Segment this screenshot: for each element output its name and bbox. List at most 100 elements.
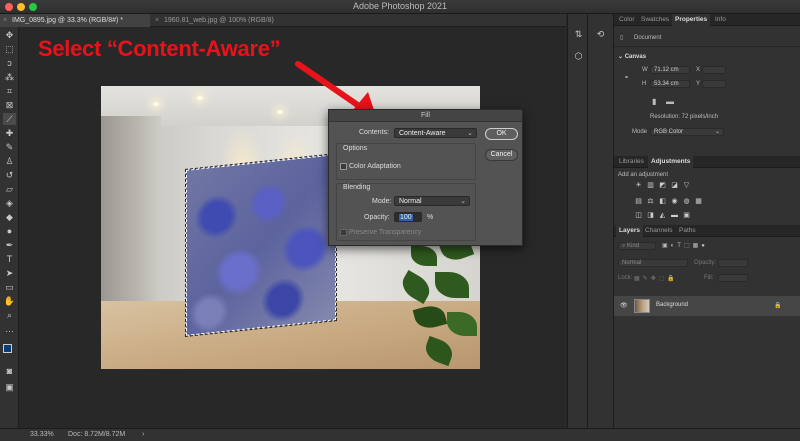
brush-tool-icon[interactable]: ✎ xyxy=(3,141,16,153)
opacity-unit: % xyxy=(427,214,434,221)
fill-dialog: Fill Contents: Content-Aware ⌄ Options C… xyxy=(328,109,523,246)
tab-properties[interactable]: Properties xyxy=(672,14,711,26)
screen-mode-icon[interactable]: ▣ xyxy=(3,381,16,393)
brightness-contrast-icon[interactable]: ☀ xyxy=(634,181,643,190)
eyedropper-tool-icon[interactable]: ⟋ xyxy=(3,113,16,125)
frame-tool-icon[interactable]: ⊠ xyxy=(3,99,16,111)
levels-icon[interactable]: ▥ xyxy=(646,181,655,190)
history-brush-tool-icon[interactable]: ↺ xyxy=(3,169,16,181)
tab-1960-web[interactable]: × 1960.81_web.jpg @ 100% (RGB/8) xyxy=(152,14,282,27)
close-tab-icon[interactable]: × xyxy=(155,14,159,27)
pen-tool-icon[interactable]: ✒ xyxy=(3,239,16,251)
ok-button[interactable]: OK xyxy=(485,128,518,140)
doc-size[interactable]: Doc: 8.72M/8.72M xyxy=(68,431,125,438)
selective-color-icon[interactable]: ▣ xyxy=(682,211,691,220)
color-mode-value: RGB Color xyxy=(654,129,684,135)
instruction-annotation: Select “Content-Aware” xyxy=(38,36,281,61)
dodge-tool-icon[interactable]: ● xyxy=(3,225,16,237)
color-mode-dropdown[interactable]: RGB Color ⌄ xyxy=(650,128,724,136)
curves-icon[interactable]: ◩ xyxy=(658,181,667,190)
3d-icon[interactable]: ⬡ xyxy=(572,50,585,63)
chevron-down-icon: ⌄ xyxy=(618,54,624,60)
foreground-color-swatch[interactable] xyxy=(3,344,12,353)
quick-mask-icon[interactable]: ◙ xyxy=(3,365,16,377)
move-tool-icon[interactable]: ✥ xyxy=(3,29,16,41)
exposure-icon[interactable]: ◪ xyxy=(670,181,679,190)
layer-opacity-field[interactable] xyxy=(718,259,748,267)
w-label: W xyxy=(642,67,648,73)
rectangle-tool-icon[interactable]: ▭ xyxy=(3,281,16,293)
lasso-tool-icon[interactable]: ↄ xyxy=(3,57,16,69)
more-tools-icon[interactable]: … xyxy=(3,323,16,335)
crop-tool-icon[interactable]: ⌗ xyxy=(3,85,16,97)
color-adaptation-checkbox[interactable] xyxy=(340,163,347,170)
tab-img-0895[interactable]: × IMG_0895.jpg @ 33.3% (RGB/8#) * xyxy=(0,14,150,27)
close-tab-icon[interactable]: × xyxy=(3,14,7,27)
layer-fill-field[interactable] xyxy=(718,274,748,282)
contents-dropdown[interactable]: Content-Aware ⌄ xyxy=(394,128,477,138)
color-balance-icon[interactable]: ⚖ xyxy=(646,197,655,206)
posterize-icon[interactable]: ◨ xyxy=(646,211,655,220)
tab-paths[interactable]: Paths xyxy=(676,225,699,237)
layer-filter-dropdown[interactable]: ⌕ Kind xyxy=(618,242,656,250)
color-lookup-icon[interactable]: ▦ xyxy=(694,197,703,206)
tool-presets-icon[interactable]: ⇅ xyxy=(572,28,585,41)
lock-icons[interactable]: ▦✎✥⬚🔒 xyxy=(634,275,678,282)
clone-stamp-tool-icon[interactable]: ♙ xyxy=(3,155,16,167)
layer-row-background[interactable]: 👁 Background 🔒 xyxy=(614,296,800,316)
preserve-transparency-checkbox[interactable] xyxy=(340,229,347,236)
x-field[interactable] xyxy=(702,66,726,74)
height-field[interactable]: 53.34 cm xyxy=(650,80,690,88)
landscape-orientation-icon[interactable]: ▬ xyxy=(666,97,674,106)
layer-blend-mode-value: Normal xyxy=(622,260,642,266)
history-icon[interactable]: ⟲ xyxy=(594,28,607,41)
selected-artwork[interactable] xyxy=(185,153,337,337)
zoom-tool-icon[interactable]: ⌕ xyxy=(3,309,16,321)
tab-libraries[interactable]: Libraries xyxy=(616,156,647,168)
hand-tool-icon[interactable]: ✋ xyxy=(3,295,16,307)
channel-mixer-icon[interactable]: ◍ xyxy=(682,197,691,206)
plant xyxy=(397,231,480,369)
canvas-label-text: Canvas xyxy=(624,54,647,60)
layer-blend-mode-dropdown[interactable]: Normal xyxy=(618,259,688,267)
vibrance-icon[interactable]: ▽ xyxy=(682,181,691,190)
tab-adjustments[interactable]: Adjustments xyxy=(648,156,694,168)
magic-wand-tool-icon[interactable]: ⁂ xyxy=(3,71,16,83)
eraser-tool-icon[interactable]: ▱ xyxy=(3,183,16,195)
photo-filter-icon[interactable]: ◉ xyxy=(670,197,679,206)
link-icon[interactable]: ⚭ xyxy=(624,74,629,81)
zoom-level[interactable]: 33.33% xyxy=(30,431,54,438)
gradient-map-icon[interactable]: ▬ xyxy=(670,211,679,220)
blend-mode-dropdown[interactable]: Normal ⌄ xyxy=(394,196,470,206)
status-menu-chevron-icon[interactable]: › xyxy=(142,431,144,438)
adjustment-row-1: ☀ ▥ ◩ ◪ ▽ xyxy=(634,181,744,191)
tab-channels[interactable]: Channels xyxy=(642,225,675,237)
layer-filter-icons[interactable]: ▣◐T⬚▦● xyxy=(662,242,708,249)
path-selection-tool-icon[interactable]: ➤ xyxy=(3,267,16,279)
black-white-icon[interactable]: ◧ xyxy=(658,197,667,206)
opacity-label: Opacity: xyxy=(364,214,390,221)
tab-color[interactable]: Color xyxy=(616,14,638,26)
visibility-eye-icon[interactable]: 👁 xyxy=(620,302,628,309)
threshold-icon[interactable]: ◭ xyxy=(658,211,667,220)
canvas-label[interactable]: ⌄ Canvas xyxy=(618,53,646,60)
blur-tool-icon[interactable]: ◆ xyxy=(3,211,16,223)
contents-label: Contents: xyxy=(359,129,389,136)
opacity-value: 100 xyxy=(399,214,413,221)
type-tool-icon[interactable]: T xyxy=(3,253,16,265)
hue-saturation-icon[interactable]: ▤ xyxy=(634,197,643,206)
y-field[interactable] xyxy=(702,80,726,88)
tab-info[interactable]: Info xyxy=(712,14,729,26)
healing-brush-tool-icon[interactable]: ✚ xyxy=(3,127,16,139)
portrait-orientation-icon[interactable]: ▮ xyxy=(652,97,656,106)
opacity-input[interactable]: 100 xyxy=(394,212,422,222)
paint-bucket-tool-icon[interactable]: ◈ xyxy=(3,197,16,209)
mode-label: Mode: xyxy=(372,198,392,205)
tab-swatches[interactable]: Swatches xyxy=(638,14,672,26)
width-field[interactable]: 71.12 cm xyxy=(650,66,690,74)
tab-layers[interactable]: Layers xyxy=(616,225,643,237)
marquee-tool-icon[interactable]: ⬚ xyxy=(3,43,16,55)
adjustment-row-2: ▤ ⚖ ◧ ◉ ◍ ▦ xyxy=(634,197,744,207)
invert-icon[interactable]: ◫ xyxy=(634,211,643,220)
cancel-button[interactable]: Cancel xyxy=(485,149,518,161)
